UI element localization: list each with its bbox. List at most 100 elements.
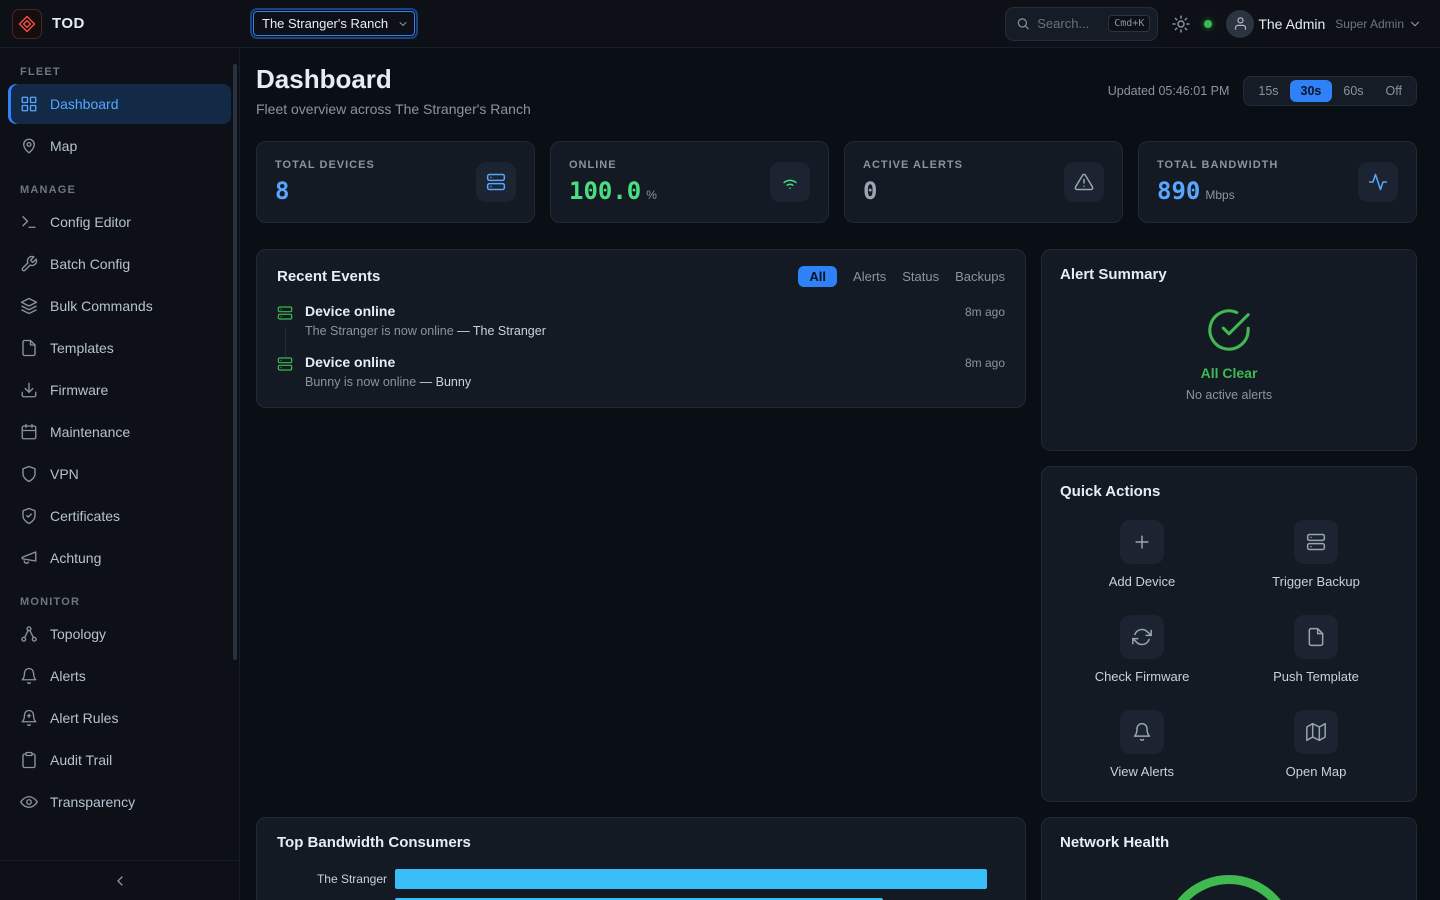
sidebar-item-label: Dashboard xyxy=(50,96,119,112)
terminal-icon xyxy=(20,213,38,231)
quick-actions-title: Quick Actions xyxy=(1060,483,1160,500)
sidebar-item-vpn[interactable]: VPN xyxy=(8,454,231,494)
brand-name: TOD xyxy=(52,15,85,32)
server-icon xyxy=(277,305,293,321)
bell-plus-icon xyxy=(20,709,38,727)
sidebar-collapse-button[interactable] xyxy=(0,860,239,900)
stat-value: 8 xyxy=(275,177,289,205)
push-template-button[interactable]: Push Template xyxy=(1234,615,1398,684)
sidebar-item-label: Config Editor xyxy=(50,214,131,230)
sidebar-item-maintenance[interactable]: Maintenance xyxy=(8,412,231,452)
topbar-right: Cmd+K The Admin Super Admin xyxy=(1005,7,1440,41)
topbar: TOD The Stranger's Ranch Cmd+K The Admin… xyxy=(0,0,1440,48)
sidebar: FLEET Dashboard Map MANAGE Config Editor… xyxy=(0,48,240,900)
sidebar-item-label: Batch Config xyxy=(50,256,130,272)
sidebar-scrollbar[interactable] xyxy=(233,64,237,660)
wifi-icon xyxy=(770,162,810,202)
sidebar-item-transparency[interactable]: Transparency xyxy=(8,782,231,822)
stat-total-devices: TOTAL DEVICES 8 xyxy=(256,141,535,223)
sidebar-section-fleet: FLEET xyxy=(20,66,219,78)
filter-all[interactable]: All xyxy=(798,266,837,287)
eye-icon xyxy=(20,793,38,811)
network-health-card: Network Health xyxy=(1041,817,1417,900)
event-item[interactable]: Device online 8m ago The Stranger is now… xyxy=(277,303,1005,338)
sidebar-item-dashboard[interactable]: Dashboard xyxy=(8,84,231,124)
chevron-down-icon xyxy=(1408,17,1422,31)
server-icon xyxy=(277,356,293,372)
check-circle-icon xyxy=(1206,307,1252,353)
filter-backups[interactable]: Backups xyxy=(955,269,1005,284)
bandwidth-title: Top Bandwidth Consumers xyxy=(277,834,471,851)
sidebar-item-topology[interactable]: Topology xyxy=(8,614,231,654)
stat-value: 0 xyxy=(863,177,877,205)
trigger-backup-button[interactable]: Trigger Backup xyxy=(1234,520,1398,589)
refresh-option-15s[interactable]: 15s xyxy=(1247,80,1289,102)
check-firmware-button[interactable]: Check Firmware xyxy=(1060,615,1224,684)
sidebar-item-achtung[interactable]: Achtung xyxy=(8,538,231,578)
global-search[interactable]: Cmd+K xyxy=(1005,7,1158,41)
sidebar-item-alert-rules[interactable]: Alert Rules xyxy=(8,698,231,738)
search-shortcut-badge: Cmd+K xyxy=(1108,15,1150,32)
sidebar-item-certificates[interactable]: Certificates xyxy=(8,496,231,536)
updated-timestamp: Updated 05:46:01 PM xyxy=(1108,84,1230,98)
download-icon xyxy=(20,381,38,399)
stats-row: TOTAL DEVICES 8 ONLINE 100.0% ACTIVE A xyxy=(256,141,1417,223)
sidebar-item-label: Audit Trail xyxy=(50,752,112,768)
user-menu[interactable]: The Admin Super Admin xyxy=(1226,10,1422,38)
open-map-button[interactable]: Open Map xyxy=(1234,710,1398,779)
sidebar-item-label: Certificates xyxy=(50,508,120,524)
stat-label: TOTAL BANDWIDTH xyxy=(1157,159,1278,171)
sidebar-item-label: Templates xyxy=(50,340,114,356)
bandwidth-bar xyxy=(395,869,987,889)
sidebar-item-audit-trail[interactable]: Audit Trail xyxy=(8,740,231,780)
file-icon xyxy=(1294,615,1338,659)
bandwidth-label: The Stranger xyxy=(277,872,387,886)
view-alerts-button[interactable]: View Alerts xyxy=(1060,710,1224,779)
sidebar-item-config-editor[interactable]: Config Editor xyxy=(8,202,231,242)
user-name: The Admin xyxy=(1258,16,1325,32)
server-icon xyxy=(476,162,516,202)
sidebar-item-templates[interactable]: Templates xyxy=(8,328,231,368)
search-input[interactable] xyxy=(1037,16,1101,31)
sidebar-item-label: Transparency xyxy=(50,794,135,810)
event-target: — Bunny xyxy=(420,375,471,389)
sidebar-item-label: VPN xyxy=(50,466,79,482)
stat-active-alerts: ACTIVE ALERTS 0 xyxy=(844,141,1123,223)
sidebar-item-label: Achtung xyxy=(50,550,101,566)
ranch-selector[interactable]: The Stranger's Ranch xyxy=(253,11,415,36)
app-logo-icon xyxy=(12,9,42,39)
sidebar-item-label: Alerts xyxy=(50,668,86,684)
refresh-option-off[interactable]: Off xyxy=(1375,80,1413,102)
alert-triangle-icon xyxy=(1064,162,1104,202)
bandwidth-row: The Stranger xyxy=(277,869,1005,889)
stat-label: ACTIVE ALERTS xyxy=(863,159,963,171)
theme-toggle-sun-icon[interactable] xyxy=(1172,15,1190,33)
brand: TOD xyxy=(0,9,240,39)
event-detail: Bunny is now online — Bunny xyxy=(305,375,1005,389)
dashboard-grid-icon xyxy=(20,95,38,113)
filter-alerts[interactable]: Alerts xyxy=(853,269,886,284)
server-icon xyxy=(1294,520,1338,564)
sidebar-item-alerts[interactable]: Alerts xyxy=(8,656,231,696)
user-role: Super Admin xyxy=(1335,17,1404,31)
bell-icon xyxy=(20,667,38,685)
event-time: 8m ago xyxy=(965,356,1005,370)
event-item[interactable]: Device online 8m ago Bunny is now online… xyxy=(277,354,1005,389)
sidebar-item-firmware[interactable]: Firmware xyxy=(8,370,231,410)
sidebar-item-map[interactable]: Map xyxy=(8,126,231,166)
network-icon xyxy=(20,625,38,643)
sidebar-item-bulk-commands[interactable]: Bulk Commands xyxy=(8,286,231,326)
map-pin-icon xyxy=(20,137,38,155)
sidebar-item-batch-config[interactable]: Batch Config xyxy=(8,244,231,284)
event-filters: All Alerts Status Backups xyxy=(798,266,1005,287)
refresh-option-30s[interactable]: 30s xyxy=(1290,80,1333,102)
sidebar-item-label: Alert Rules xyxy=(50,710,118,726)
layers-icon xyxy=(20,297,38,315)
alert-note: No active alerts xyxy=(1060,388,1398,402)
filter-status[interactable]: Status xyxy=(902,269,939,284)
bandwidth-chart: The Stranger Walter xyxy=(277,869,1005,900)
event-detail: The Stranger is now online — The Strange… xyxy=(305,324,1005,338)
add-device-button[interactable]: Add Device xyxy=(1060,520,1224,589)
refresh-option-60s[interactable]: 60s xyxy=(1332,80,1374,102)
shield-icon xyxy=(20,465,38,483)
